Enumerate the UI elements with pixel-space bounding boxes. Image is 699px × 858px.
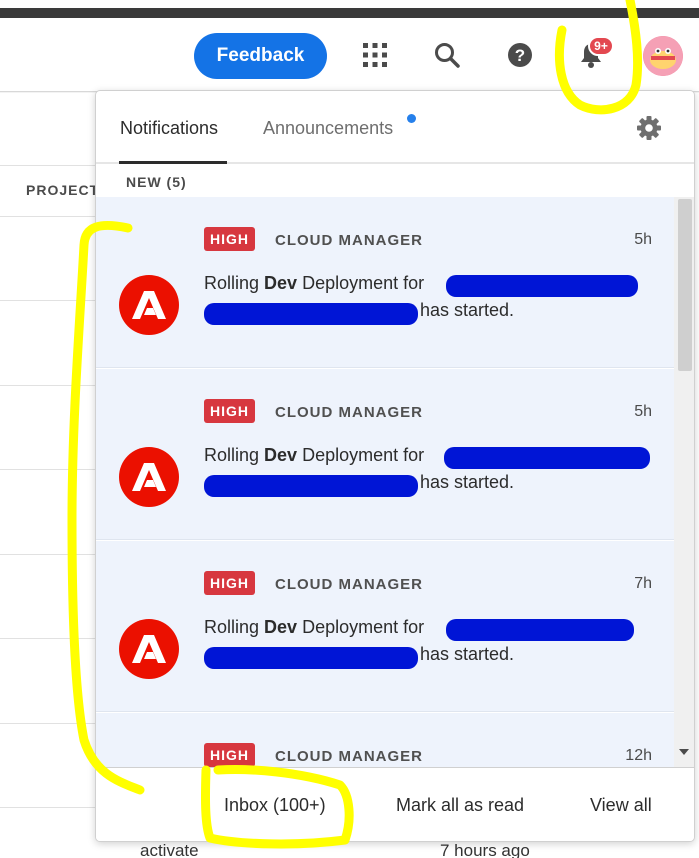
notification-message-end: has started. (420, 300, 515, 320)
adobe-logo-icon (119, 619, 179, 679)
scrollbar[interactable] (674, 197, 694, 767)
apps-grid-icon[interactable] (358, 38, 392, 72)
mark-all-read-button[interactable]: Mark all as read (396, 795, 524, 816)
view-all-link[interactable]: View all (590, 795, 652, 816)
table-divider (0, 638, 100, 639)
notification-list: HIGH CLOUD MANAGER 5h Rolling Dev Deploy… (96, 197, 674, 767)
search-icon[interactable] (430, 38, 464, 72)
new-count-label: NEW (5) (126, 174, 187, 190)
scrollbar-thumb[interactable] (678, 199, 692, 371)
priority-badge: HIGH (204, 743, 255, 767)
popover-footer: Inbox (100+) Mark all as read View all (96, 767, 694, 841)
table-divider (0, 300, 100, 301)
tab-notifications[interactable]: Notifications (120, 118, 218, 139)
redaction (444, 447, 650, 469)
notification-message-end: has started. (420, 644, 515, 664)
notification-badge: 9+ (588, 36, 614, 56)
notification-time: 12h (625, 747, 652, 764)
redaction (446, 275, 638, 297)
table-divider (0, 723, 100, 724)
notification-message-end: has started. (420, 472, 515, 492)
project-column-header: PROJECT (0, 165, 100, 217)
notification-item[interactable]: HIGH CLOUD MANAGER 7h Rolling Dev Deploy… (96, 541, 674, 712)
priority-badge: HIGH (204, 227, 255, 251)
window-bar (0, 8, 699, 18)
notification-item[interactable]: HIGH CLOUD MANAGER 12h (96, 713, 674, 767)
notification-message: Rolling Dev Deployment for (204, 445, 425, 465)
notification-time: 5h (634, 231, 652, 248)
notification-item[interactable]: HIGH CLOUD MANAGER 5h Rolling Dev Deploy… (96, 369, 674, 540)
priority-badge: HIGH (204, 399, 255, 423)
svg-text:?: ? (515, 46, 525, 65)
notification-source: CLOUD MANAGER (275, 232, 423, 249)
inbox-link[interactable]: Inbox (100+) (224, 795, 326, 816)
notification-source: CLOUD MANAGER (275, 404, 423, 421)
table-divider (0, 807, 100, 808)
notification-source: CLOUD MANAGER (275, 748, 423, 765)
table-divider (0, 385, 100, 386)
redaction (446, 619, 634, 641)
adobe-logo-icon (119, 275, 179, 335)
notification-source: CLOUD MANAGER (275, 576, 423, 593)
notification-message: Rolling Dev Deployment for (204, 617, 425, 637)
notification-time: 5h (634, 403, 652, 420)
gear-icon[interactable] (634, 113, 664, 143)
adobe-logo-icon (119, 447, 179, 507)
app-header: Feedback ? 9+ (0, 20, 699, 92)
popover-tabs: Notifications Announcements (96, 91, 694, 164)
redaction (204, 475, 418, 497)
unread-dot (407, 114, 416, 123)
priority-badge: HIGH (204, 571, 255, 595)
table-divider (0, 469, 100, 470)
top-strip (0, 0, 699, 20)
tab-announcements[interactable]: Announcements (263, 118, 393, 139)
help-icon[interactable]: ? (503, 38, 537, 72)
redaction (204, 647, 418, 669)
notification-message: Rolling Dev Deployment for (204, 273, 425, 293)
active-tab-indicator (119, 161, 227, 164)
avatar[interactable] (643, 36, 683, 76)
notification-time: 7h (634, 575, 652, 592)
table-cell-action: activate (140, 841, 199, 858)
notifications-popover: Notifications Announcements NEW (5) HIGH… (95, 90, 695, 842)
redaction (204, 303, 418, 325)
scroll-down-arrow-icon[interactable] (679, 749, 689, 755)
table-divider (0, 554, 100, 555)
table-cell-time: 7 hours ago (440, 841, 530, 858)
feedback-button[interactable]: Feedback (194, 33, 327, 79)
notification-item[interactable]: HIGH CLOUD MANAGER 5h Rolling Dev Deploy… (96, 197, 674, 368)
